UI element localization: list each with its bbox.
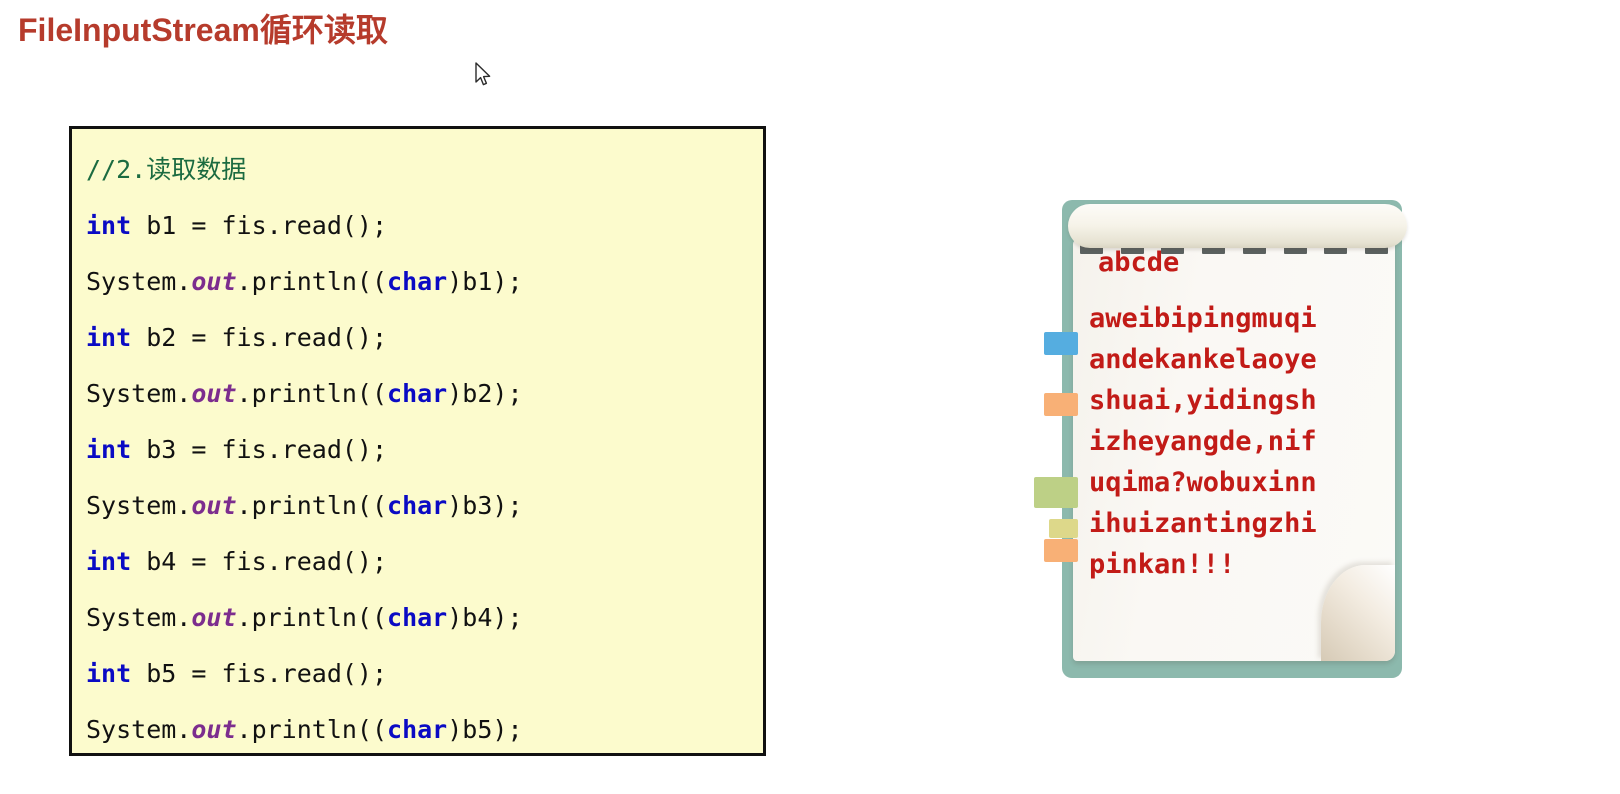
notepad-line: uqima?wobuxinn [1089, 467, 1317, 498]
code-line: System.out.println((char)b3); [86, 491, 523, 520]
tab-orange-1 [1044, 393, 1078, 416]
notepad-text: abcde aweibipingmuqi andekankelaoye shuai,… [1089, 242, 1389, 585]
notepad-head-line: abcde [1098, 247, 1180, 278]
code-line: System.out.println((char)b4); [86, 603, 523, 632]
code-line: System.out.println((char)b5); [86, 715, 523, 744]
notepad-line: shuai,yidingsh [1089, 385, 1317, 416]
notepad-illustration: abcde aweibipingmuqi andekankelaoye shuai,… [1034, 196, 1407, 678]
code-line: int b2 = fis.read(); [86, 323, 388, 352]
code-line: System.out.println((char)b2); [86, 379, 523, 408]
arrow-cursor-icon [475, 62, 491, 86]
code-line: int b4 = fis.read(); [86, 547, 388, 576]
code-line: int b3 = fis.read(); [86, 435, 388, 464]
notepad-line: pinkan!!! [1089, 549, 1236, 580]
tab-yellow [1049, 519, 1078, 538]
notepad-line: andekankelaoye [1089, 344, 1317, 375]
notepad-line: izheyangde,nif [1089, 426, 1317, 457]
tab-blue [1044, 332, 1078, 355]
notepad-line: aweibipingmuqi [1089, 303, 1317, 334]
code-comment-line: //2.读取数据 [86, 155, 247, 184]
tab-green [1034, 477, 1078, 508]
code-block: //2.读取数据 int b1 = fis.read(); System.out.p… [69, 126, 766, 756]
notepad-line: ihuizantingzhi [1089, 508, 1317, 539]
code-line: int b1 = fis.read(); [86, 211, 388, 240]
notepad-body-lines: aweibipingmuqi andekankelaoye shuai,yiding… [1089, 298, 1389, 585]
page-title: FileInputStream循环读取 [18, 12, 388, 48]
code-line-list: //2.读取数据 int b1 = fis.read(); System.out.p… [86, 142, 763, 753]
code-line: System.out.println((char)b1); [86, 267, 523, 296]
code-line: int b5 = fis.read(); [86, 659, 388, 688]
tab-orange-2 [1044, 539, 1078, 562]
